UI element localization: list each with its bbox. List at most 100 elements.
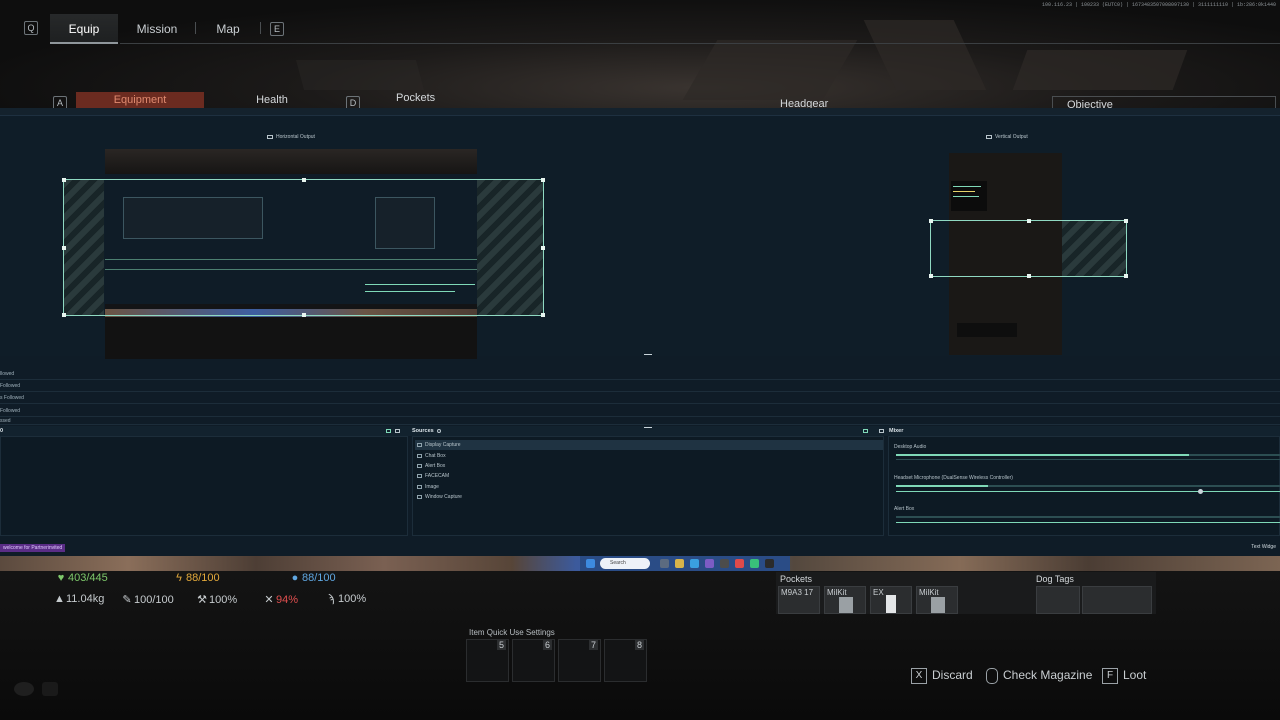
gear-icon[interactable] — [437, 429, 441, 433]
sources-panel: Display Capture Chat Box Alert Box FACEC… — [412, 436, 884, 536]
tab-equip[interactable]: Equip — [50, 14, 118, 44]
preview-game-top — [105, 149, 477, 174]
pocket-slot[interactable]: MilKit — [916, 586, 958, 614]
bone-icon: ✕ — [264, 594, 274, 606]
dog-tag-slot[interactable] — [1082, 586, 1152, 614]
resize-handle[interactable] — [1027, 274, 1031, 278]
slider-knob[interactable] — [1198, 489, 1203, 494]
resize-handle[interactable] — [541, 313, 545, 317]
chat-line — [953, 186, 981, 187]
quick-use-slot[interactable]: 8 — [604, 639, 647, 682]
scenes-dock-title: 0 — [0, 428, 4, 434]
quick-slot-number: 8 — [634, 640, 644, 650]
resize-handle[interactable] — [62, 246, 66, 250]
resize-handle[interactable] — [541, 246, 545, 250]
activity-row[interactable]: Followed — [0, 380, 1280, 392]
taskview-icon[interactable] — [660, 559, 669, 568]
quick-slot-number: 7 — [588, 640, 598, 650]
dock-icon[interactable] — [879, 429, 884, 433]
source-item[interactable]: Display Capture — [415, 440, 883, 450]
loot-prompt[interactable]: F Loot — [1102, 668, 1146, 684]
mixer-meter — [896, 516, 1280, 518]
windows-start-icon[interactable] — [586, 559, 595, 568]
resize-handle[interactable] — [1124, 274, 1128, 278]
activity-row[interactable]: ssed — [0, 417, 1280, 425]
mixer-meter — [896, 485, 1280, 487]
preview-game-bottom — [105, 317, 477, 359]
dock-icon[interactable] — [386, 429, 391, 433]
resize-handle[interactable] — [929, 274, 933, 278]
tab-mission[interactable]: Mission — [128, 14, 186, 44]
activity-row[interactable]: Followed — [0, 405, 1280, 417]
app-icon[interactable] — [705, 559, 714, 568]
tab-map[interactable]: Map — [202, 14, 254, 44]
preview-slots — [957, 323, 1017, 337]
app-icon[interactable] — [750, 559, 759, 568]
crop-hatch-right — [1062, 221, 1126, 276]
windows-taskbar: Search — [580, 556, 790, 571]
activity-row[interactable]: s Followed — [0, 392, 1280, 404]
resize-handle[interactable] — [929, 219, 933, 223]
source-item[interactable]: FACECAM — [415, 471, 883, 481]
resize-handle[interactable] — [541, 178, 545, 182]
edge-icon[interactable] — [690, 559, 699, 568]
source-label: Display Capture — [425, 442, 461, 448]
resize-handle[interactable] — [302, 313, 306, 317]
vertical-selection-box[interactable] — [929, 219, 1128, 278]
volume-slider[interactable] — [896, 459, 1280, 460]
syringe-icon: ✎ — [122, 594, 132, 606]
horizontal-selection-box[interactable] — [62, 178, 545, 317]
subtab-equipment[interactable]: Equipment — [76, 92, 204, 108]
meter-level — [896, 454, 1189, 456]
folder-icon[interactable] — [675, 559, 684, 568]
decorative-icon — [42, 682, 58, 696]
app-icon[interactable] — [720, 559, 729, 568]
pocket-slot[interactable]: EX — [870, 586, 912, 614]
lightning-icon: ϟ — [176, 572, 182, 584]
splitter-handle[interactable] — [644, 354, 652, 355]
resize-handle[interactable] — [1027, 219, 1031, 223]
dock-icon[interactable] — [863, 429, 868, 433]
volume-slider[interactable] — [896, 522, 1280, 523]
dog-tag-slot[interactable] — [1036, 586, 1080, 614]
stat-five: ϡ 100% — [326, 593, 366, 605]
meter-level — [896, 485, 989, 487]
source-label: Image — [425, 484, 439, 490]
source-label: Window Capture — [425, 494, 462, 500]
resize-handle[interactable] — [302, 178, 306, 182]
pocket-slot[interactable]: M9A3 17 — [778, 586, 820, 614]
quick-slot-number: 5 — [496, 640, 506, 650]
source-item[interactable]: Alert Box — [415, 461, 883, 471]
quick-use-slot[interactable]: 5 — [466, 639, 509, 682]
discard-prompt[interactable]: X Discard — [911, 668, 973, 684]
crop-hatch-right — [477, 180, 543, 315]
app-icon[interactable] — [735, 559, 744, 568]
taskbar-search[interactable]: Search — [600, 558, 650, 569]
source-item[interactable]: Window Capture — [415, 492, 883, 502]
key-e-hint: E — [270, 22, 284, 36]
resize-handle[interactable] — [62, 313, 66, 317]
quick-use-slot[interactable]: 7 — [558, 639, 601, 682]
dock-icon[interactable] — [395, 429, 400, 433]
pocket-slot-label: M9A3 17 — [781, 588, 814, 597]
quick-use-slot[interactable]: 6 — [512, 639, 555, 682]
resize-handle[interactable] — [62, 178, 66, 182]
resize-handle[interactable] — [1124, 219, 1128, 223]
source-item[interactable]: Chat Box — [415, 451, 883, 461]
discard-label: Discard — [932, 668, 973, 683]
pocket-slot[interactable]: MilKit — [824, 586, 866, 614]
energy-value: 88/100 — [186, 572, 220, 584]
stat-five-value: 100% — [338, 593, 367, 605]
activity-row[interactable]: llowed — [0, 368, 1280, 380]
subtab-health[interactable]: Health — [240, 92, 304, 108]
mixer-channel-name: Desktop Audio — [894, 444, 927, 450]
hydration-stat: ● 88/100 — [290, 572, 336, 584]
weight-value: 11.04kg — [66, 593, 105, 605]
stamina-icon: ϡ — [327, 593, 335, 605]
obs-status-bar — [0, 542, 1280, 556]
source-item[interactable]: Image — [415, 482, 883, 492]
volume-slider[interactable] — [896, 489, 1280, 494]
obs-icon[interactable] — [765, 559, 774, 568]
check-magazine-prompt[interactable]: Check Magazine — [986, 668, 1092, 684]
splitter-handle[interactable] — [644, 427, 652, 428]
